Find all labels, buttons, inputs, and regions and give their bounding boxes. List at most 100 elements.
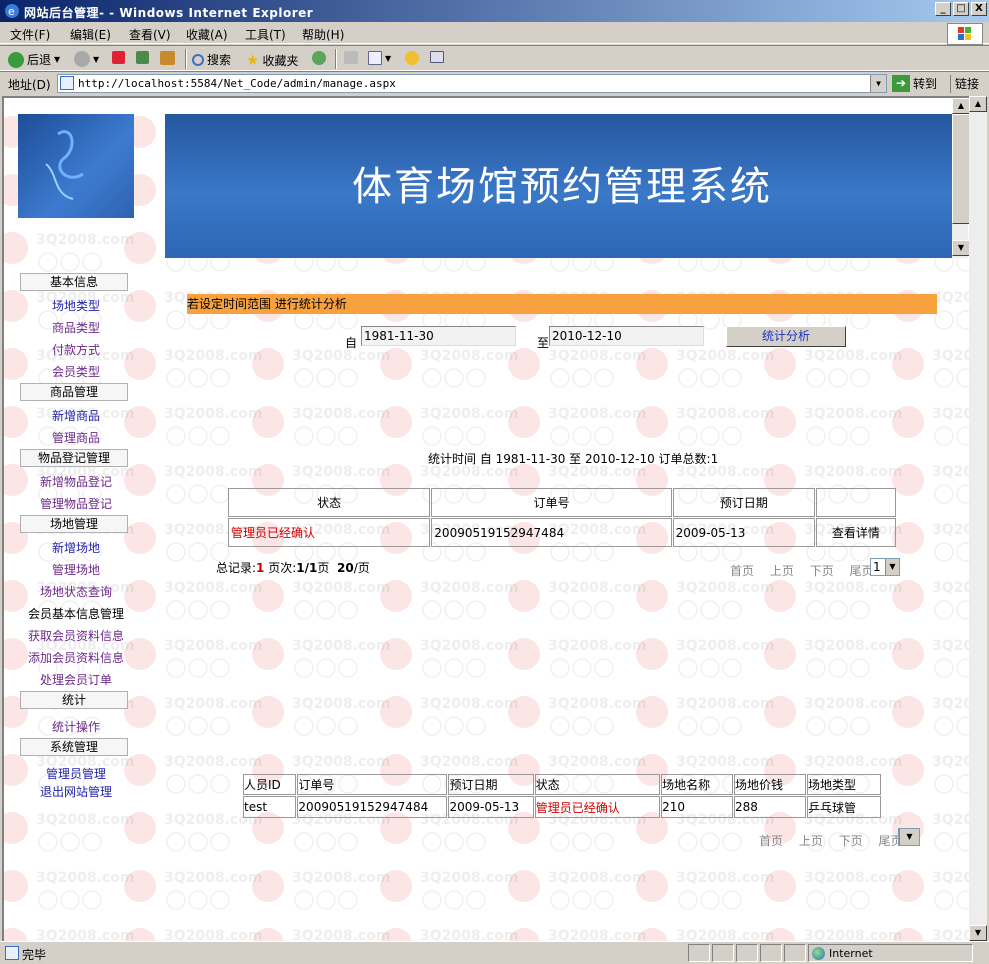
home-button[interactable] <box>160 51 175 65</box>
sidebar-item-admin-manage[interactable]: 管理员管理 <box>18 765 134 782</box>
sidebar-header-system: 系统管理 <box>20 738 128 756</box>
svg-text:3Q2008.com: 3Q2008.com <box>804 406 902 422</box>
order-status: 管理员已经确认 <box>534 796 661 818</box>
stop-button[interactable] <box>112 51 125 64</box>
menu-tools[interactable]: 工具(T) <box>245 26 286 43</box>
sidebar-item-add-registration[interactable]: 新增物品登记 <box>18 473 134 490</box>
sidebar-item-goods-type[interactable]: 商品类型 <box>18 319 134 336</box>
sidebar-header-member-info: 会员基本信息管理 <box>27 607 124 621</box>
sidebar-item-process-orders[interactable]: 处理会员订单 <box>18 671 134 688</box>
minimize-button[interactable]: _ <box>935 2 951 16</box>
venue-name: 210 <box>661 796 734 818</box>
menu-favorites[interactable]: 收藏(A) <box>186 26 228 43</box>
sidebar-item-add-goods[interactable]: 新增商品 <box>18 407 134 424</box>
sidebar-item-exit[interactable]: 退出网站管理 <box>18 783 134 800</box>
sidebar-item-venue-status[interactable]: 场地状态查询 <box>18 583 134 600</box>
watermark-tile: 3Q2008.com <box>764 638 902 678</box>
to-date-input[interactable]: 2010-12-10 <box>549 326 704 346</box>
address-dropdown[interactable]: ▼ <box>870 75 886 92</box>
stat-summary: 统计时间 自 1981-11-30 至 2010-12-10 订单总数:1 <box>428 452 719 466</box>
svg-text:3Q2008.com: 3Q2008.com <box>932 928 969 941</box>
search-button[interactable]: 搜索 <box>192 51 231 68</box>
sidebar-item-venue-type[interactable]: 场地类型 <box>18 297 134 314</box>
svg-text:3Q2008.com: 3Q2008.com <box>548 348 646 364</box>
svg-text:3Q2008.com: 3Q2008.com <box>292 696 390 712</box>
sidebar-item-get-member-info[interactable]: 获取会员资料信息 <box>18 627 134 644</box>
sidebar-item-stats-operation[interactable]: 统计操作 <box>18 718 134 735</box>
close-button[interactable]: X <box>971 2 987 16</box>
svg-text:3Q2008.com: 3Q2008.com <box>292 348 390 364</box>
watermark-tile: 3Q2008.com <box>764 580 902 620</box>
scroll-up-icon[interactable]: ▲ <box>969 96 987 112</box>
column-header: 订单号 <box>297 774 448 795</box>
go-button[interactable]: ➔ 转到 <box>892 75 937 92</box>
first-page-link[interactable]: 首页 <box>730 564 754 578</box>
watermark-tile: 3Q2008.com <box>380 406 518 446</box>
restore-button[interactable]: □ <box>953 2 969 16</box>
watermark-tile: 3Q2008.com <box>892 696 969 736</box>
next-page-link[interactable]: 下页 <box>839 834 863 848</box>
links-button[interactable]: 链接 <box>950 75 979 93</box>
sidebar-item-add-member-info[interactable]: 添加会员资料信息 <box>18 649 134 666</box>
menu-file[interactable]: 文件(F) <box>10 26 50 43</box>
scroll-down-icon[interactable]: ▼ <box>952 240 969 256</box>
history-button[interactable] <box>312 51 326 65</box>
frame-scrollbar[interactable]: ▲ ▼ <box>952 98 969 258</box>
forward-arrow-icon <box>74 51 90 67</box>
svg-text:3Q2008.com: 3Q2008.com <box>36 870 134 886</box>
svg-text:3Q2008.com: 3Q2008.com <box>292 464 390 480</box>
forward-button[interactable]: ▼ <box>74 51 99 67</box>
window-button[interactable] <box>430 51 444 63</box>
ie-icon: e <box>5 4 19 18</box>
sidebar-item-member-type[interactable]: 会员类型 <box>18 363 134 380</box>
prev-page-link[interactable]: 上页 <box>770 564 794 578</box>
orders-table: 状态 订单号 预订日期 管理员已经确认 20090519152947484 20… <box>227 487 897 548</box>
go-arrow-icon: ➔ <box>892 75 910 92</box>
svg-text:e: e <box>8 5 15 18</box>
from-date-input[interactable]: 1981-11-30 <box>361 326 516 346</box>
scroll-thumb[interactable] <box>952 114 969 224</box>
sidebar-item-add-venue[interactable]: 新增场地 <box>18 539 134 556</box>
sidebar-item-manage-venue[interactable]: 管理场地 <box>18 561 134 578</box>
scroll-down-icon[interactable]: ▼ <box>969 925 987 941</box>
watermark-tile: 3Q2008.com <box>636 348 774 388</box>
svg-text:3Q2008.com: 3Q2008.com <box>420 638 518 654</box>
svg-text:3Q2008.com: 3Q2008.com <box>164 638 262 654</box>
sidebar-item-manage-registration[interactable]: 管理物品登记 <box>18 495 134 512</box>
sidebar-item-manage-goods[interactable]: 管理商品 <box>18 429 134 446</box>
watermark-tile: 3Q2008.com <box>380 580 518 620</box>
header-banner: 体育场馆预约管理系统 <box>165 114 959 258</box>
address-input[interactable]: http://localhost:5584/Net_Code/admin/man… <box>57 74 887 93</box>
sidebar-header-goods: 商品管理 <box>20 383 128 401</box>
next-page-link[interactable]: 下页 <box>810 564 834 578</box>
prev-page-link[interactable]: 上页 <box>799 834 823 848</box>
sidebar-item-payment-method[interactable]: 付款方式 <box>18 341 134 358</box>
menu-view[interactable]: 查看(V) <box>129 26 171 43</box>
order-date: 2009-05-13 <box>448 796 534 818</box>
messenger-button[interactable] <box>405 51 419 65</box>
print-button[interactable] <box>344 51 358 64</box>
refresh-button[interactable] <box>136 51 149 64</box>
edit-button[interactable]: ▼ <box>368 51 391 65</box>
watermark-tile: 3Q2008.com <box>252 580 390 620</box>
svg-text:3Q2008.com: 3Q2008.com <box>164 580 262 596</box>
menu-edit[interactable]: 编辑(E) <box>70 26 111 43</box>
favorites-button[interactable]: ★ 收藏夹 <box>246 51 298 69</box>
menu-help[interactable]: 帮助(H) <box>302 26 344 43</box>
view-details-button[interactable]: 查看详情 <box>815 518 896 547</box>
first-page-link[interactable]: 首页 <box>759 834 783 848</box>
svg-text:3Q2008.com: 3Q2008.com <box>420 870 518 886</box>
svg-text:3Q2008.com: 3Q2008.com <box>676 406 774 422</box>
back-button[interactable]: 后退 ▼ <box>8 51 60 68</box>
scroll-up-icon[interactable]: ▲ <box>952 98 969 114</box>
detail-page-select[interactable]: ▼ <box>898 828 920 846</box>
page-scrollbar[interactable]: ▲ ▼ <box>969 96 987 941</box>
svg-text:3Q2008.com: 3Q2008.com <box>420 928 518 941</box>
stat-analysis-button[interactable]: 统计分析 <box>726 326 846 347</box>
watermark-tile: 3Q2008.com <box>508 928 646 941</box>
status-bar: 完毕 Internet <box>0 941 989 964</box>
svg-text:3Q2008.com: 3Q2008.com <box>420 754 518 770</box>
page-select[interactable]: 1 ▼ <box>870 558 900 576</box>
svg-text:3Q2008.com: 3Q2008.com <box>36 232 134 248</box>
svg-text:3Q2008.com: 3Q2008.com <box>676 928 774 941</box>
